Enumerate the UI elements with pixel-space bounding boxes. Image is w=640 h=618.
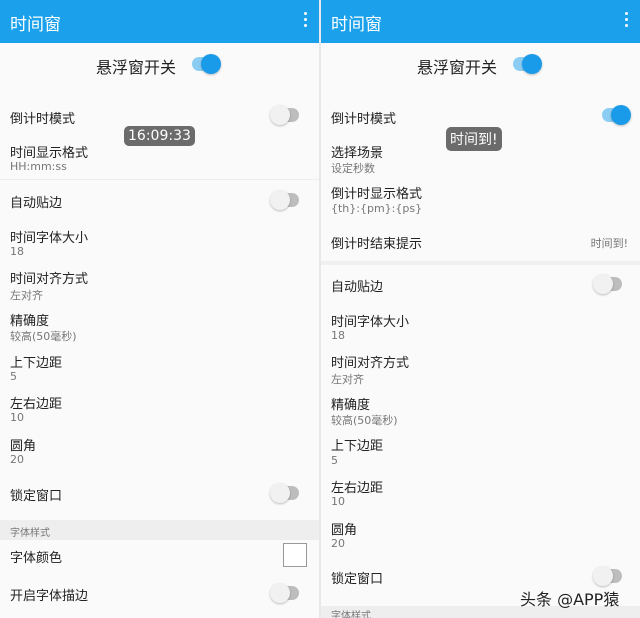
setting-title[interactable]: 上下边距: [10, 352, 62, 371]
setting-title[interactable]: 圆角: [331, 519, 357, 538]
setting-title[interactable]: 倒计时模式: [10, 108, 75, 127]
setting-value: 较高(50毫秒): [10, 330, 77, 343]
setting-title[interactable]: 时间对齐方式: [331, 352, 409, 371]
master-toggle[interactable]: [192, 54, 221, 74]
font-color-swatch[interactable]: [283, 543, 307, 567]
countdown-toggle[interactable]: [602, 105, 631, 125]
setting-title[interactable]: 时间对齐方式: [10, 268, 88, 287]
app-title: 时间窗: [331, 15, 382, 35]
section-header: 字体样式: [0, 520, 319, 540]
setting-title[interactable]: 精确度: [331, 394, 370, 413]
master-switch-label: 悬浮窗开关: [417, 58, 498, 77]
setting-title[interactable]: 选择场景: [331, 142, 383, 161]
setting-title[interactable]: 字体颜色: [10, 547, 62, 566]
setting-title[interactable]: 圆角: [10, 435, 36, 454]
setting-title[interactable]: 倒计时结束提示: [331, 233, 422, 252]
auto-edge-toggle[interactable]: [270, 190, 299, 210]
setting-value: 左对齐: [10, 289, 43, 302]
setting-value: 较高(50毫秒): [331, 414, 398, 427]
setting-title[interactable]: 自动贴边: [331, 276, 383, 295]
master-toggle[interactable]: [513, 54, 542, 74]
app-title: 时间窗: [10, 15, 61, 35]
floating-countdown[interactable]: 时间到!: [446, 127, 502, 151]
setting-value: 10: [10, 411, 24, 424]
setting-title[interactable]: 上下边距: [331, 435, 383, 454]
right-screen: 时间窗 悬浮窗开关 倒计时模式 时间到! 选择场景 设定秒数 倒计时显示格式 {…: [321, 0, 640, 618]
more-menu-icon[interactable]: [303, 12, 307, 28]
setting-title[interactable]: 左右边距: [331, 477, 383, 496]
setting-title[interactable]: 时间显示格式: [10, 142, 88, 161]
auto-edge-toggle[interactable]: [593, 274, 622, 294]
setting-value: {th}:{pm}:{ps}: [331, 202, 423, 215]
more-menu-icon[interactable]: [624, 12, 628, 28]
watermark: 头条 @APP猿: [520, 590, 620, 609]
setting-title[interactable]: 锁定窗口: [10, 485, 62, 504]
setting-value: 设定秒数: [331, 162, 375, 175]
setting-value: 左对齐: [331, 373, 364, 386]
setting-value: 18: [10, 245, 24, 258]
divider: [321, 261, 640, 265]
setting-value: 5: [10, 370, 17, 383]
master-switch-label: 悬浮窗开关: [96, 58, 177, 77]
font-stroke-toggle[interactable]: [270, 583, 299, 603]
setting-value: 20: [331, 537, 345, 550]
app-bar: 时间窗: [321, 0, 640, 43]
divider: [0, 179, 319, 180]
setting-title[interactable]: 倒计时模式: [331, 108, 396, 127]
lock-window-toggle[interactable]: [593, 566, 622, 586]
setting-value: 10: [331, 495, 345, 508]
setting-value: 5: [331, 454, 338, 467]
floating-clock[interactable]: 16:09:33: [124, 126, 195, 146]
app-bar: 时间窗: [0, 0, 319, 43]
setting-value: 20: [10, 453, 24, 466]
setting-title[interactable]: 开启字体描边: [10, 585, 88, 604]
setting-title[interactable]: 锁定窗口: [331, 568, 383, 587]
setting-value: 时间到!: [590, 237, 628, 250]
setting-title[interactable]: 精确度: [10, 310, 49, 329]
setting-value: 18: [331, 329, 345, 342]
countdown-toggle[interactable]: [270, 105, 299, 125]
setting-title[interactable]: 倒计时显示格式: [331, 183, 422, 202]
setting-title[interactable]: 左右边距: [10, 393, 62, 412]
setting-value: HH:mm:ss: [10, 160, 67, 173]
setting-title[interactable]: 自动贴边: [10, 192, 62, 211]
lock-window-toggle[interactable]: [270, 483, 299, 503]
setting-title[interactable]: 时间字体大小: [331, 311, 409, 330]
setting-title[interactable]: 时间字体大小: [10, 227, 88, 246]
left-screen: 时间窗 悬浮窗开关 倒计时模式 16:09:33 时间显示格式 HH:mm:ss…: [0, 0, 319, 618]
